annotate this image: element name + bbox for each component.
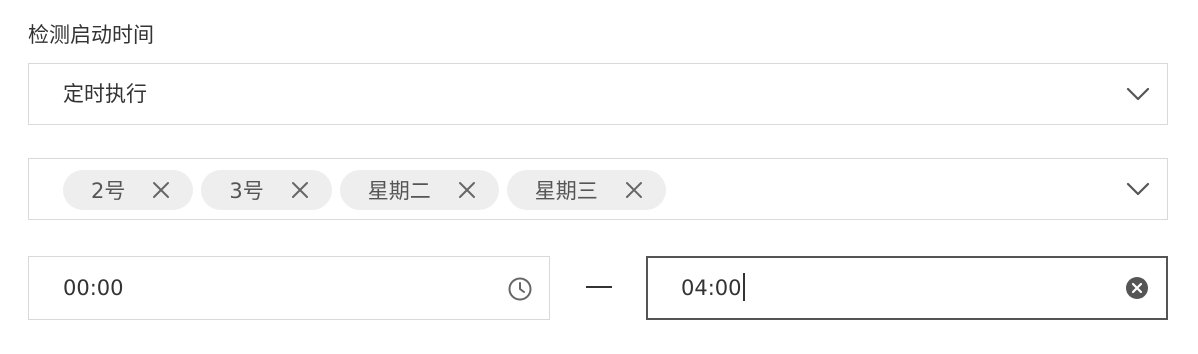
tag-item: 星期二: [339, 170, 499, 210]
end-time-input[interactable]: 04:00: [646, 256, 1168, 320]
tag-item: 2号: [63, 170, 194, 210]
tag-label: 星期二: [367, 179, 431, 203]
end-time-value: 04:00: [681, 258, 745, 318]
tag-label: 3号: [229, 179, 264, 203]
schedule-mode-select[interactable]: 定时执行: [28, 63, 1168, 125]
close-icon[interactable]: [151, 180, 171, 200]
start-time-input[interactable]: 00:00: [28, 256, 550, 320]
selected-tags: 2号 3号 星期二 星期三: [63, 170, 666, 210]
range-separator: [586, 286, 612, 288]
clock-icon: [508, 277, 532, 301]
close-icon[interactable]: [624, 180, 644, 200]
schedule-mode-value: 定时执行: [63, 82, 147, 106]
close-icon[interactable]: [457, 180, 477, 200]
field-label: 检测启动时间: [28, 23, 154, 47]
tag-item: 3号: [201, 170, 332, 210]
clear-icon[interactable]: [1124, 275, 1150, 301]
start-time-value: 00:00: [63, 276, 124, 300]
tag-item: 星期三: [506, 170, 666, 210]
chevron-down-icon[interactable]: [1125, 81, 1151, 107]
tag-label: 2号: [91, 179, 126, 203]
days-multi-select[interactable]: 2号 3号 星期二 星期三: [28, 158, 1168, 220]
tag-label: 星期三: [534, 179, 598, 203]
chevron-down-icon[interactable]: [1125, 176, 1151, 202]
text-cursor: [742, 273, 745, 301]
close-icon[interactable]: [290, 180, 310, 200]
